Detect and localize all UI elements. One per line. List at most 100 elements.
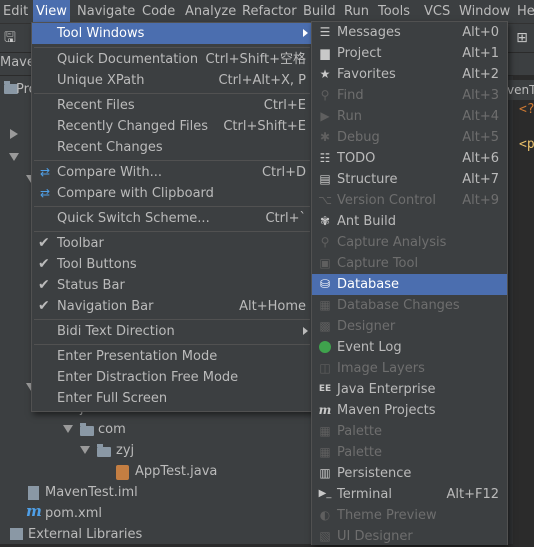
- menu-item-recent-changes[interactable]: Recent Changes: [32, 137, 314, 158]
- menu-analyze[interactable]: Analyze: [182, 0, 239, 23]
- palette-icon: ▦: [319, 424, 331, 438]
- menu-code[interactable]: Code: [139, 0, 178, 23]
- menu-item-label: Persistence: [337, 466, 412, 481]
- menu-item-label: Run: [337, 109, 362, 124]
- menu-item-label: Designer: [337, 319, 396, 334]
- tool-window-capture-analysis[interactable]: ⚲ Capture Analysis: [312, 232, 507, 253]
- tool-window-java-enterprise[interactable]: EE Java Enterprise: [312, 379, 507, 400]
- tree-node-external-libraries[interactable]: External Libraries: [28, 524, 142, 545]
- tool-window-database-changes[interactable]: ▦ Database Changes: [312, 295, 507, 316]
- menu-item-shortcut: Ctrl+Shift+空格: [205, 52, 306, 67]
- menu-item-shortcut: Alt+F12: [446, 487, 499, 502]
- menu-help[interactable]: He: [514, 0, 534, 23]
- menu-item-label: Recently Changed Files: [57, 119, 209, 134]
- tool-window-todo[interactable]: ☷ TODO Alt+6: [312, 148, 507, 169]
- editor-line-2-text: <p: [519, 137, 534, 152]
- menu-item-navigation-bar[interactable]: ✔ Navigation Bar Alt+Home: [32, 296, 314, 317]
- tool-window-palette[interactable]: ▦ Palette: [312, 421, 507, 442]
- menu-navigate[interactable]: Navigate: [74, 0, 138, 23]
- menu-item-label: Toolbar: [57, 236, 104, 251]
- menu-item-recent-files[interactable]: Recent Files Ctrl+E: [32, 95, 314, 116]
- menu-item-label: Capture Tool: [337, 256, 419, 271]
- menu-item-distraction-free-mode[interactable]: Enter Distraction Free Mode: [32, 367, 314, 388]
- menu-item-recently-changed-files[interactable]: Recently Changed Files Ctrl+Shift+E: [32, 116, 314, 137]
- tree-node-zyj[interactable]: zyj: [116, 440, 134, 461]
- menu-item-label: Capture Analysis: [337, 235, 447, 250]
- collapse-arrow-icon[interactable]: [80, 446, 90, 454]
- menu-item-tool-buttons[interactable]: ✔ Tool Buttons: [32, 254, 314, 275]
- submenu-arrow-icon: [303, 29, 308, 37]
- tool-window-theme-preview[interactable]: ◐ Theme Preview: [312, 505, 507, 526]
- tool-window-structure[interactable]: ▤ Structure Alt+7: [312, 169, 507, 190]
- collapse-arrow-icon[interactable]: [9, 153, 19, 161]
- todo-icon: ☷: [319, 151, 331, 165]
- menu-item-shortcut: Alt+0: [462, 25, 499, 40]
- structure-icon: ▤: [319, 172, 331, 186]
- tool-window-messages[interactable]: ☰ Messages Alt+0: [312, 22, 507, 43]
- menu-refactor[interactable]: Refactor: [239, 0, 300, 23]
- menu-item-label: Tool Windows: [57, 26, 145, 41]
- theme-preview-icon: ◐: [319, 508, 331, 522]
- image-layers-icon: ◫: [319, 361, 331, 375]
- menu-item-label: Enter Distraction Free Mode: [57, 370, 239, 385]
- database-icon: ⛁: [319, 277, 331, 291]
- menu-run[interactable]: Run: [341, 0, 372, 23]
- structure-toolbar-icon[interactable]: ⊞: [514, 30, 530, 46]
- menu-item-quick-documentation[interactable]: Quick Documentation Ctrl+Shift+空格: [32, 49, 314, 70]
- menu-item-toolbar[interactable]: ✔ Toolbar: [32, 233, 314, 254]
- tool-window-debug[interactable]: ✱ Debug Alt+5: [312, 127, 507, 148]
- expand-arrow-icon[interactable]: [10, 129, 18, 139]
- tool-window-event-log[interactable]: Event Log: [312, 337, 507, 358]
- menu-item-tool-windows[interactable]: Tool Windows: [32, 23, 314, 44]
- menu-item-label: Palette: [337, 445, 383, 460]
- collapse-arrow-icon[interactable]: [63, 425, 73, 433]
- tree-node-iml[interactable]: MavenTest.iml: [45, 482, 138, 503]
- editor-tab[interactable]: venTe: [507, 80, 534, 100]
- menu-item-shortcut: Alt+Home: [239, 299, 306, 314]
- messages-icon: ☰: [319, 25, 331, 39]
- tool-window-designer[interactable]: ▩ Designer: [312, 316, 507, 337]
- tool-window-version-control[interactable]: ⌥ Version Control Alt+9: [312, 190, 507, 211]
- menu-item-label: Terminal: [337, 487, 392, 502]
- menu-item-quick-switch-scheme[interactable]: Quick Switch Scheme... Ctrl+`: [32, 208, 314, 229]
- submenu-arrow-icon: [303, 327, 308, 335]
- tool-window-ant-build[interactable]: ✾ Ant Build: [312, 211, 507, 232]
- libraries-icon: [10, 528, 23, 540]
- tree-node-com[interactable]: com: [98, 419, 126, 440]
- menu-item-label: Navigation Bar: [57, 299, 154, 314]
- menu-item-bidi-text-direction[interactable]: Bidi Text Direction: [32, 321, 314, 342]
- menu-item-compare-with[interactable]: ⇄ Compare With... Ctrl+D: [32, 162, 314, 183]
- tool-window-terminal[interactable]: ▶_ Terminal Alt+F12: [312, 484, 507, 505]
- save-icon[interactable]: 🖫: [2, 30, 18, 46]
- tool-window-project[interactable]: ▆ Project Alt+1: [312, 43, 507, 64]
- menu-item-label: Java Enterprise: [337, 382, 436, 397]
- menu-separator: [34, 47, 310, 48]
- menu-item-full-screen[interactable]: Enter Full Screen: [32, 388, 314, 409]
- menu-item-status-bar[interactable]: ✔ Status Bar: [32, 275, 314, 296]
- tool-window-image-layers[interactable]: ◫ Image Layers: [312, 358, 507, 379]
- tool-window-palette-2[interactable]: ▦ Palette: [312, 442, 507, 463]
- menu-item-shortcut: Alt+9: [462, 193, 499, 208]
- menu-item-label: Version Control: [337, 193, 436, 208]
- menu-vcs[interactable]: VCS: [421, 0, 453, 23]
- tool-window-persistence[interactable]: ▥ Persistence: [312, 463, 507, 484]
- menu-item-presentation-mode[interactable]: Enter Presentation Mode: [32, 346, 314, 367]
- tool-window-find[interactable]: ⚲ Find Alt+3: [312, 85, 507, 106]
- menu-view[interactable]: View: [33, 0, 70, 23]
- menu-item-shortcut: Alt+4: [462, 109, 499, 124]
- designer-icon: ▩: [319, 319, 331, 333]
- tree-node-apptest[interactable]: AppTest.java: [135, 461, 217, 482]
- tool-window-favorites[interactable]: ★ Favorites Alt+2: [312, 64, 507, 85]
- tool-window-run[interactable]: ▶ Run Alt+4: [312, 106, 507, 127]
- menu-window[interactable]: Window: [456, 0, 513, 23]
- menu-tools[interactable]: Tools: [375, 0, 413, 23]
- tool-window-capture-tool[interactable]: ▣ Capture Tool: [312, 253, 507, 274]
- tool-window-database[interactable]: ⛁ Database: [312, 274, 507, 295]
- tree-node-pom[interactable]: pom.xml: [45, 503, 102, 524]
- tool-window-maven-projects[interactable]: m Maven Projects: [312, 400, 507, 421]
- menu-item-compare-clipboard[interactable]: ⇄ Compare with Clipboard: [32, 183, 314, 204]
- menu-item-label: Event Log: [337, 340, 402, 355]
- menu-build[interactable]: Build: [300, 0, 339, 23]
- menu-edit[interactable]: Edit: [0, 0, 31, 23]
- menu-item-unique-xpath[interactable]: Unique XPath Ctrl+Alt+X, P: [32, 70, 314, 91]
